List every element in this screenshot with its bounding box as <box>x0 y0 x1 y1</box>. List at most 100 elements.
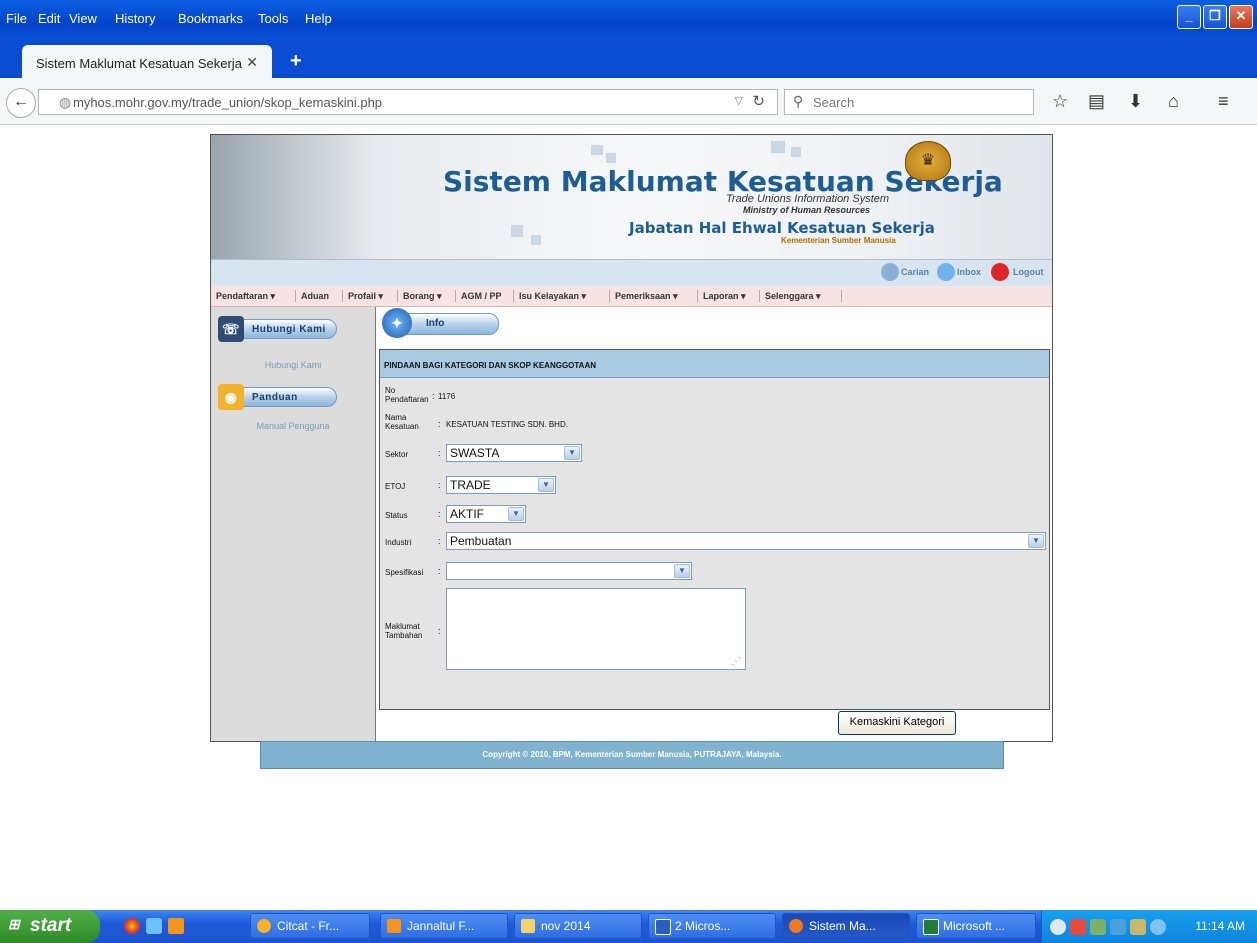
taskbar-nov2014-label: nov 2014 <box>541 919 591 933</box>
ie-icon[interactable] <box>146 918 162 934</box>
bookmark-star-icon[interactable]: ☆ <box>1052 91 1068 112</box>
download-icon[interactable]: ⬇ <box>1128 91 1143 112</box>
update-form: PINDAAN BAGI KATEGORI DAN SKOP KEANGGOTA… <box>379 349 1050 710</box>
folder-icon <box>521 919 535 933</box>
nav-divider <box>513 290 514 302</box>
tray-volume-icon[interactable] <box>1150 919 1166 935</box>
nav-selenggara[interactable]: Selenggara ▾ <box>765 291 821 302</box>
coat-of-arms-icon: ♛ <box>905 141 951 181</box>
tray-display-icon[interactable] <box>1130 919 1146 935</box>
page-container: Sistem Maklumat Kesatuan Sekerja Trade U… <box>210 134 1053 742</box>
hubungi-kami-button[interactable]: ☏ Hubungi Kami <box>218 316 337 342</box>
manual-pengguna-link[interactable]: Manual Pengguna <box>211 421 375 431</box>
browser-tab[interactable]: Sistem Maklumat Kesatuan Sekerja ✕ <box>22 45 272 78</box>
home-icon[interactable]: ⌂ <box>1168 91 1179 112</box>
spesifikasi-label: Spesifikasi <box>385 568 424 577</box>
system-tray: 11:14 AM <box>1041 910 1257 943</box>
status-label: Status <box>385 511 408 520</box>
logout-link[interactable]: Logout <box>1013 267 1044 277</box>
taskbar-excel[interactable]: Microsoft ... <box>916 913 1036 939</box>
search-input[interactable]: ⚲ Search <box>784 89 1034 115</box>
url-bar[interactable]: ◍ myhos.mohr.gov.my/trade_union/skop_kem… <box>38 89 778 115</box>
nav-profail[interactable]: Profail ▾ <box>348 291 383 302</box>
close-icon[interactable]: ✕ <box>1229 5 1253 29</box>
maklumat-tambahan-textarea[interactable]: ⋰ <box>446 588 746 670</box>
taskbar-jannaltul-label: Jannaltul F... <box>407 919 475 933</box>
taskbar-nov2014[interactable]: nov 2014 <box>514 913 642 939</box>
nama-kesatuan-label: Nama Kesatuan <box>385 413 419 431</box>
taskbar-word[interactable]: 2 Micros... <box>648 913 776 939</box>
tray-expand-icon[interactable] <box>1050 919 1066 935</box>
dropdown-icon[interactable]: ▽ <box>735 94 743 107</box>
info-button[interactable]: ✦ Info <box>382 308 499 338</box>
tray-app-icon[interactable] <box>1070 919 1086 935</box>
decor-square <box>591 145 603 155</box>
chrome-icon <box>257 919 271 933</box>
industri-label: Industri <box>385 538 412 547</box>
chevron-down-icon: ▼ <box>1028 534 1044 548</box>
minimize-icon[interactable]: _ <box>1177 5 1201 29</box>
outlook-icon <box>387 919 401 933</box>
nav-divider <box>295 290 296 302</box>
nav-borang[interactable]: Borang ▾ <box>403 291 442 302</box>
start-button[interactable]: ⊞ start <box>0 910 100 943</box>
colon: : <box>438 626 441 636</box>
status-value: AKTIF <box>450 507 485 521</box>
panduan-button[interactable]: ◉ Panduan <box>218 384 337 410</box>
new-tab-icon[interactable]: + <box>290 50 302 73</box>
menu-file[interactable]: File <box>6 11 27 26</box>
windows-taskbar: ⊞ start Citcat - Fr... Jannaltul F... no… <box>0 910 1257 943</box>
etoj-select[interactable]: TRADE ▼ <box>446 476 556 494</box>
info-globe-icon: ✦ <box>382 308 412 338</box>
hubungi-kami-link[interactable]: Hubungi Kami <box>211 360 375 370</box>
restore-icon[interactable]: ❐ <box>1203 5 1227 29</box>
taskbar-sistem-label: Sistem Ma... <box>809 919 876 933</box>
resize-grip-icon[interactable]: ⋰ <box>731 656 741 667</box>
industri-select[interactable]: Pembuatan ▼ <box>446 532 1046 550</box>
nav-divider <box>609 290 610 302</box>
tab-close-icon[interactable]: ✕ <box>246 54 258 71</box>
taskbar-citcat[interactable]: Citcat - Fr... <box>250 913 370 939</box>
clock: 11:14 AM <box>1195 919 1245 933</box>
nav-agm-pp[interactable]: AGM / PP <box>461 291 502 301</box>
inbox-icon[interactable] <box>937 263 955 281</box>
tray-security-icon[interactable] <box>1110 919 1126 935</box>
taskbar-sistem[interactable]: Sistem Ma... <box>782 913 910 939</box>
menu-tools[interactable]: Tools <box>258 11 288 26</box>
hamburger-menu-icon[interactable]: ≡ <box>1218 91 1229 112</box>
taskbar-jannaltul[interactable]: Jannaltul F... <box>380 913 508 939</box>
outlook-icon[interactable] <box>168 918 184 934</box>
header-banner: Sistem Maklumat Kesatuan Sekerja Trade U… <box>211 135 1052 259</box>
logout-icon[interactable] <box>991 263 1009 281</box>
reload-icon[interactable]: ↻ <box>752 92 765 110</box>
form-heading: PINDAAN BAGI KATEGORI DAN SKOP KEANGGOTA… <box>380 350 1049 378</box>
nama-kesatuan-label-line1: Nama <box>385 413 407 422</box>
inbox-link[interactable]: Inbox <box>957 267 981 277</box>
nav-pemeriksaan[interactable]: Pemeriksaan ▾ <box>615 291 678 302</box>
department-name: Jabatan Hal Ehwal Kesatuan Sekerja <box>629 219 935 237</box>
nav-pendaftaran[interactable]: Pendaftaran ▾ <box>216 291 275 302</box>
tray-network-icon[interactable] <box>1090 919 1106 935</box>
menu-view[interactable]: View <box>69 11 97 26</box>
firefox-icon <box>789 919 803 933</box>
reading-list-icon[interactable]: ▤ <box>1088 91 1105 112</box>
menu-edit[interactable]: Edit <box>38 11 60 26</box>
maklumat-tambahan-label-line1: Maklumat <box>385 622 420 631</box>
browser-menubar: File Edit View History Bookmarks Tools H… <box>0 0 1257 40</box>
back-arrow-icon[interactable]: ← <box>6 88 36 118</box>
sektor-select[interactable]: SWASTA ▼ <box>446 444 582 462</box>
menu-history[interactable]: History <box>115 11 155 26</box>
search-icon: ⚲ <box>793 93 804 109</box>
chrome-icon[interactable] <box>124 918 140 934</box>
kemaskini-kategori-button[interactable]: Kemaskini Kategori <box>838 711 956 735</box>
nav-isu-kelayakan[interactable]: Isu Kelayakan ▾ <box>519 291 586 302</box>
carian-icon[interactable] <box>881 263 899 281</box>
menu-help[interactable]: Help <box>305 11 332 26</box>
menu-bookmarks[interactable]: Bookmarks <box>178 11 243 26</box>
colon: : <box>438 419 441 429</box>
carian-link[interactable]: Carian <box>901 267 929 277</box>
spesifikasi-select[interactable]: ▼ <box>446 562 692 580</box>
nav-aduan[interactable]: Aduan <box>301 291 329 301</box>
status-select[interactable]: AKTIF ▼ <box>446 505 526 523</box>
nav-laporan[interactable]: Laporan ▾ <box>703 291 746 302</box>
